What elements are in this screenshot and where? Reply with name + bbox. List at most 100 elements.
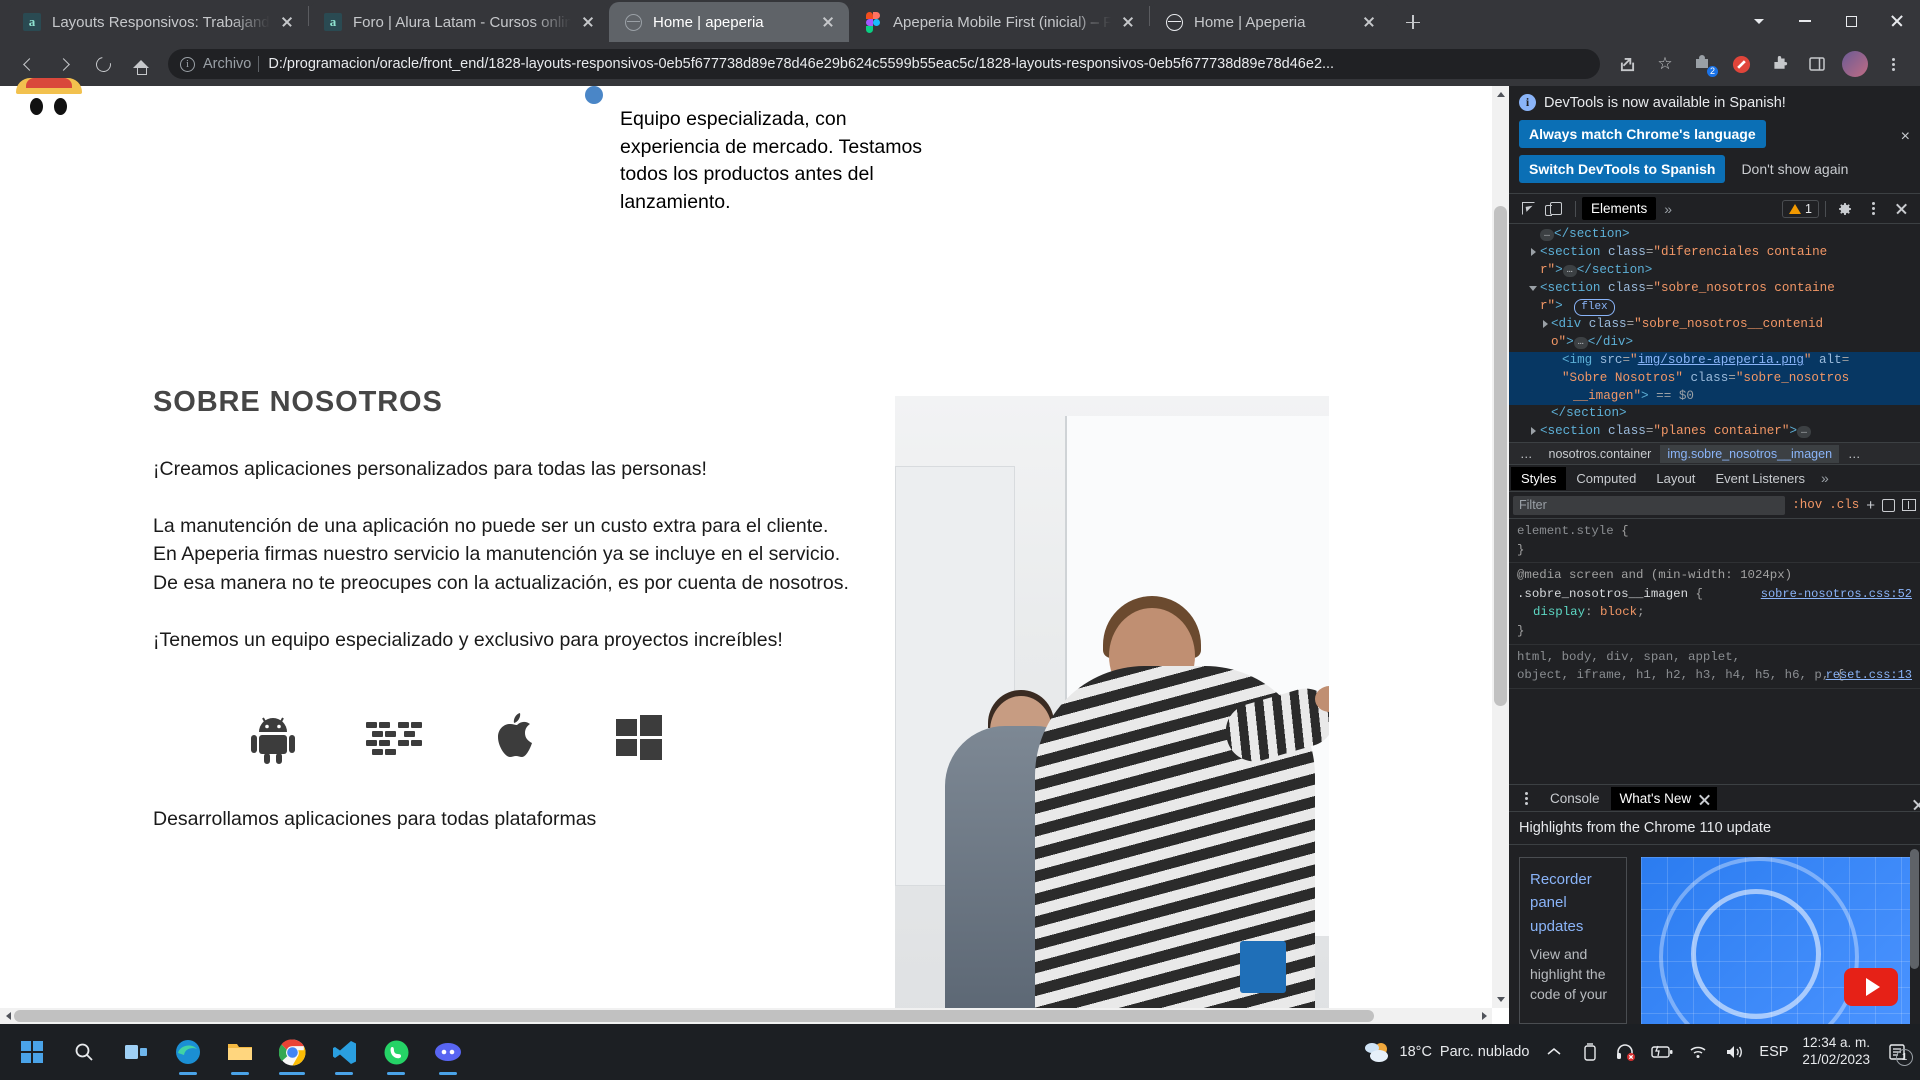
dom-tree-line[interactable]: <section class="diferenciales containe bbox=[1509, 244, 1920, 262]
whats-new-card[interactable]: Recorder panel updates View and highligh… bbox=[1519, 857, 1627, 1024]
whatsapp-icon[interactable] bbox=[372, 1026, 420, 1078]
volume-icon[interactable] bbox=[1723, 1042, 1745, 1062]
tab-console[interactable]: Console bbox=[1541, 787, 1609, 810]
vscode-icon[interactable] bbox=[320, 1026, 368, 1078]
close-icon[interactable] bbox=[276, 11, 298, 33]
gear-icon[interactable] bbox=[1832, 197, 1858, 221]
file-explorer-icon[interactable] bbox=[216, 1026, 264, 1078]
browser-tab[interactable]: a Layouts Responsivos: Trabajando bbox=[8, 2, 308, 42]
address-bar[interactable]: i Archivo D:/programacion/oracle/front_e… bbox=[168, 49, 1600, 79]
dom-tree-line[interactable]: <section class="sobre_nosotros containe bbox=[1509, 280, 1920, 298]
browser-tab-active[interactable]: Home | apeperia bbox=[609, 2, 849, 42]
breadcrumb-item-selected[interactable]: img.sobre_nosotros__imagen bbox=[1660, 444, 1840, 463]
computed-styles-icon[interactable] bbox=[1882, 498, 1895, 512]
dom-tree-line[interactable]: __imagen"> == $0 bbox=[1509, 387, 1920, 406]
puzzle-extensions-icon[interactable] bbox=[1763, 48, 1795, 80]
whats-new-video-thumbnail[interactable] bbox=[1641, 857, 1910, 1024]
chevron-up-icon[interactable] bbox=[1543, 1042, 1565, 1062]
battery-icon[interactable] bbox=[1651, 1042, 1673, 1062]
tab-event-listeners[interactable]: Event Listeners bbox=[1705, 467, 1815, 490]
horizontal-scroll-thumb[interactable] bbox=[14, 1010, 1374, 1022]
close-icon[interactable] bbox=[1117, 11, 1139, 33]
breadcrumb-item[interactable]: … bbox=[1513, 445, 1540, 463]
tab-layout[interactable]: Layout bbox=[1646, 467, 1705, 490]
home-icon[interactable] bbox=[125, 48, 157, 80]
kebab-menu-icon[interactable] bbox=[1860, 197, 1886, 221]
chevron-down-icon[interactable] bbox=[1529, 285, 1537, 295]
style-declaration[interactable]: display: block; bbox=[1517, 603, 1912, 622]
bookmark-star-icon[interactable]: ☆ bbox=[1649, 48, 1681, 80]
style-rule[interactable]: @media screen and (min-width: 1024px) .so… bbox=[1509, 563, 1920, 645]
drawer-scrollbar[interactable] bbox=[1909, 845, 1920, 1024]
browser-tab[interactable]: Home | Apeperia bbox=[1150, 2, 1390, 42]
page-vertical-scrollbar[interactable] bbox=[1492, 86, 1509, 1008]
breadcrumb-item[interactable]: nosotros.container bbox=[1542, 445, 1659, 463]
toggle-sidebar-icon[interactable] bbox=[1902, 499, 1916, 511]
tab-elements[interactable]: Elements bbox=[1582, 197, 1657, 220]
dom-tree-line[interactable]: </section> bbox=[1509, 441, 1920, 442]
task-view-icon[interactable] bbox=[112, 1026, 160, 1078]
close-icon[interactable] bbox=[817, 11, 839, 33]
avatar[interactable] bbox=[1839, 48, 1871, 80]
reload-icon[interactable] bbox=[87, 48, 119, 80]
share-icon[interactable] bbox=[1611, 48, 1643, 80]
style-rule[interactable]: element.style {} bbox=[1509, 519, 1920, 564]
dom-tree-line[interactable]: r">… </section> bbox=[1509, 262, 1920, 280]
extension-badge-icon[interactable]: 2 bbox=[1687, 48, 1719, 80]
vertical-scroll-thumb[interactable] bbox=[1494, 206, 1507, 706]
tab-whats-new[interactable]: What's New bbox=[1610, 786, 1718, 810]
page-horizontal-scrollbar[interactable] bbox=[0, 1008, 1492, 1024]
close-window-button[interactable] bbox=[1874, 0, 1920, 42]
dom-tree-line[interactable]: o">… </div> bbox=[1509, 334, 1920, 352]
new-tab-button[interactable] bbox=[1396, 5, 1430, 39]
new-style-rule-icon[interactable]: + bbox=[1866, 497, 1875, 514]
clock[interactable]: 12:34 a. m. 21/02/2023 bbox=[1802, 1035, 1870, 1069]
start-icon[interactable] bbox=[8, 1026, 56, 1078]
back-icon[interactable] bbox=[11, 48, 43, 80]
dom-tree-line[interactable]: <img src="img/sobre-apeperia.png" alt= bbox=[1509, 351, 1920, 370]
wifi-icon[interactable] bbox=[1687, 1042, 1709, 1062]
style-rule[interactable]: html, body, div, span, applet, object, if… bbox=[1509, 645, 1920, 689]
scroll-down-icon[interactable] bbox=[1492, 991, 1509, 1008]
headset-muted-icon[interactable] bbox=[1615, 1042, 1637, 1062]
chrome-menu-icon[interactable] bbox=[1877, 48, 1909, 80]
drawer-menu-icon[interactable] bbox=[1513, 786, 1539, 810]
styles-pane[interactable]: element.style {} @media screen and (min-w… bbox=[1509, 519, 1920, 784]
tab-styles[interactable]: Styles bbox=[1511, 466, 1567, 490]
browser-tab[interactable]: Apeperia Mobile First (inicial) – Fi bbox=[849, 2, 1149, 42]
chevron-right-icon[interactable] bbox=[1543, 320, 1548, 329]
tab-computed[interactable]: Computed bbox=[1566, 467, 1646, 490]
scroll-right-icon[interactable] bbox=[1476, 1008, 1492, 1024]
dom-tree-line[interactable]: <section class="planes container">… bbox=[1509, 423, 1920, 441]
switch-devtools-language-button[interactable]: Switch DevTools to Spanish bbox=[1519, 155, 1726, 183]
more-tabs-icon[interactable]: » bbox=[1658, 201, 1678, 217]
always-match-language-button[interactable]: Always match Chrome's language bbox=[1519, 120, 1766, 148]
minimize-button[interactable] bbox=[1782, 0, 1828, 42]
dom-tree[interactable]: … </section> <section class="diferenciales… bbox=[1509, 224, 1920, 442]
side-panel-icon[interactable] bbox=[1801, 48, 1833, 80]
maximize-button[interactable] bbox=[1828, 0, 1874, 42]
play-icon[interactable] bbox=[1844, 968, 1898, 1006]
close-icon[interactable] bbox=[1698, 793, 1708, 803]
warnings-chip[interactable]: 1 bbox=[1782, 199, 1819, 218]
chevron-right-icon[interactable] bbox=[1531, 247, 1536, 256]
tab-search-icon[interactable] bbox=[1736, 0, 1782, 42]
language-indicator[interactable]: ESP bbox=[1759, 1044, 1788, 1060]
style-source-link[interactable]: sobre-nosotros.css:52 bbox=[1761, 585, 1912, 603]
inspect-icon[interactable] bbox=[1515, 197, 1541, 221]
adblock-icon[interactable] bbox=[1725, 48, 1757, 80]
more-sidebar-tabs-icon[interactable]: » bbox=[1815, 470, 1835, 486]
close-icon[interactable] bbox=[577, 11, 599, 33]
forward-icon[interactable] bbox=[49, 48, 81, 80]
dom-tree-line[interactable]: r"> flex bbox=[1509, 298, 1920, 317]
device-toolbar-icon[interactable] bbox=[1543, 197, 1569, 221]
close-icon[interactable] bbox=[1358, 11, 1380, 33]
chevron-right-icon[interactable] bbox=[1531, 427, 1536, 436]
filter-input[interactable]: Filter bbox=[1513, 495, 1786, 515]
scroll-up-icon[interactable] bbox=[1492, 86, 1509, 103]
chrome-icon[interactable] bbox=[268, 1026, 316, 1078]
dom-tree-line[interactable]: <div class="sobre_nosotros__contenid bbox=[1509, 316, 1920, 334]
style-source-link[interactable]: reset.css:13 bbox=[1826, 666, 1912, 684]
close-devtools-icon[interactable] bbox=[1888, 197, 1914, 221]
device-icon[interactable] bbox=[1579, 1042, 1601, 1062]
